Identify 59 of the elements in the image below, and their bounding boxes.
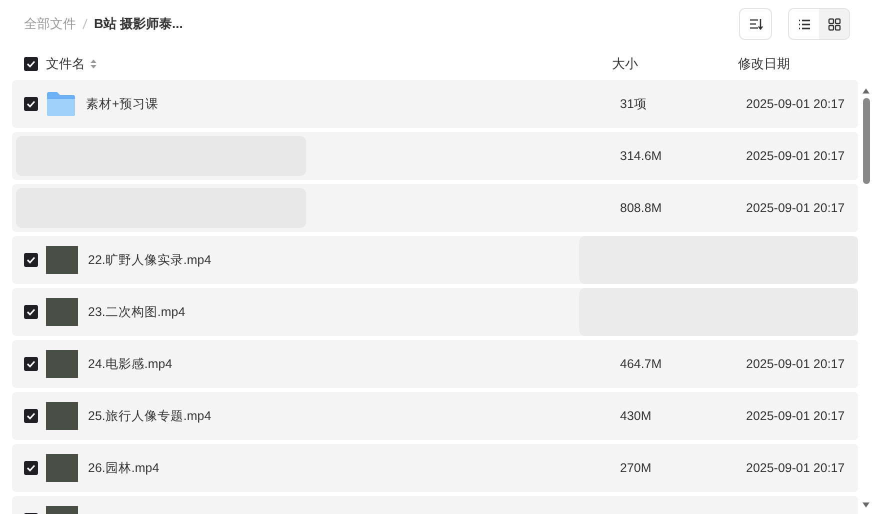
file-row[interactable]: 23.二次构图.mp4 [12, 288, 858, 336]
file-size: 808.8M [620, 201, 663, 215]
file-row[interactable]: 26.园林.mp4 270M 2025-09-01 20:17 [12, 444, 858, 492]
file-size: 314.6M [620, 149, 663, 163]
select-all-checkbox[interactable] [24, 57, 38, 71]
file-size: 430M [620, 409, 652, 423]
check-icon [26, 256, 36, 264]
file-row[interactable]: 808.8M 2025-09-01 20:17 [12, 184, 858, 232]
photo-placeholder [46, 298, 78, 326]
file-size: 31项 [620, 96, 648, 112]
row-checkbox[interactable] [24, 461, 38, 475]
column-header[interactable]: 大小 [612, 55, 638, 73]
check-icon [26, 60, 36, 68]
column-header[interactable]: 文件名 [46, 55, 85, 73]
breadcrumb-separator-icon [82, 18, 88, 30]
file-name: 素材+预习课 [86, 96, 158, 112]
check-icon [26, 308, 36, 316]
check-icon [26, 412, 36, 420]
file-row[interactable]: 25.旅行人像专题.mp4 430M 2025-09-01 20:17 [12, 392, 858, 440]
file-name: 23.二次构图.mp4 [88, 304, 186, 320]
modified-date: 2025-09-01 20:17 [746, 461, 845, 475]
row-checkbox[interactable] [24, 305, 38, 319]
file-row[interactable]: 24.电影感.mp4 464.7M 2025-09-01 20:17 [12, 340, 858, 388]
row-checkbox[interactable] [24, 357, 38, 371]
photo-placeholder [46, 246, 78, 274]
modified-date: 2025-09-01 20:17 [746, 201, 845, 215]
breadcrumb-link[interactable]: B站 摄影师泰... [94, 15, 183, 33]
sort-icon [748, 18, 762, 30]
file-name: 24.电影感.mp4 [88, 356, 172, 372]
file-name: 22.旷野人像实录.mp4 [88, 252, 212, 268]
scroll-down-icon[interactable] [862, 502, 870, 508]
sort-button[interactable] [739, 8, 772, 40]
modified-date: 2025-09-01 20:17 [746, 97, 845, 111]
row-checkbox[interactable] [24, 97, 38, 111]
file-name: 25.旅行人像专题.mp4 [88, 408, 212, 424]
modified-date: 2025-09-01 20:17 [746, 149, 845, 163]
file-size: 464.7M [620, 357, 663, 371]
file-name: 26.园林.mp4 [88, 460, 160, 476]
grid-view-button[interactable] [819, 9, 849, 39]
file-size: 270M [620, 461, 652, 475]
grid-icon [828, 18, 840, 30]
list-icon [798, 18, 810, 30]
check-icon [26, 100, 36, 108]
row-checkbox[interactable] [24, 409, 38, 423]
folder-icon [46, 91, 76, 117]
row-checkbox[interactable] [24, 253, 38, 267]
sort-icon[interactable] [90, 59, 97, 69]
check-icon [26, 360, 36, 368]
file-row[interactable]: 22.旷野人像实录.mp4 [12, 236, 858, 284]
modified-date: 2025-09-01 20:17 [746, 409, 845, 423]
check-icon [26, 464, 36, 472]
photo-placeholder [46, 402, 78, 430]
file-row[interactable]: 314.6M 2025-09-01 20:17 [12, 132, 858, 180]
photo-placeholder [46, 350, 78, 378]
modified-date: 2025-09-01 20:17 [746, 357, 845, 371]
scroll-up-icon[interactable] [862, 88, 870, 94]
column-header[interactable]: 修改日期 [738, 55, 790, 73]
file-row[interactable]: 素材+预习课 31项 2025-09-01 20:17 [12, 80, 858, 128]
photo-placeholder [46, 454, 78, 482]
